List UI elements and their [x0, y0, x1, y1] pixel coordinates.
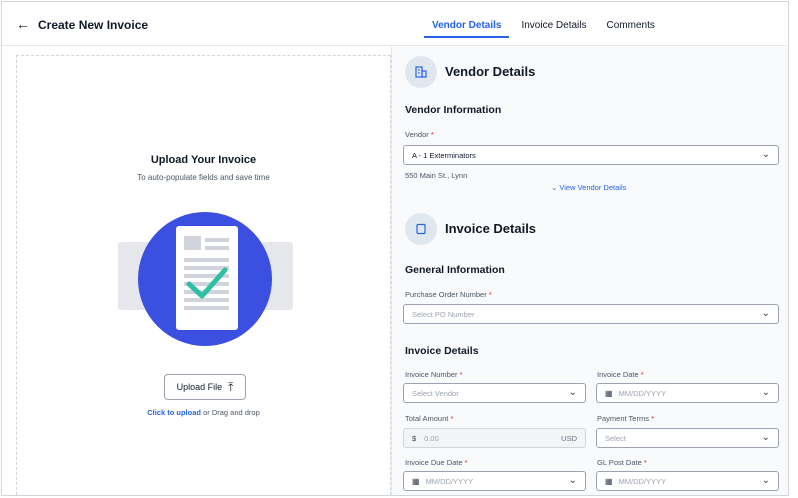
drag-drop-text: or Drag and drop: [200, 408, 260, 417]
invoice-date-placeholder: MM/DD/YYYY: [618, 388, 667, 398]
invoice-number-placeholder: Select Vendor: [412, 388, 459, 398]
gl-post-date-picker[interactable]: ▦ MM/DD/YYYY ⌄: [596, 471, 779, 491]
invoice-details-subheading: Invoice Details: [405, 345, 479, 357]
vendor-address: 550 Main St., Lynn: [405, 171, 468, 180]
po-number-select[interactable]: Select PO Number ⌄: [403, 304, 779, 324]
invoice-details-heading: Invoice Details: [445, 221, 537, 236]
invoice-number-select[interactable]: Select Vendor ⌄: [403, 383, 586, 403]
vendor-select[interactable]: A - 1 Exterminators ⌄: [403, 145, 779, 165]
invoice-illustration: [118, 212, 293, 346]
invoice-date-picker[interactable]: ▦ MM/DD/YYYY ⌄: [596, 383, 779, 403]
page-header: ← Create New Invoice Vendor Details Invo…: [2, 2, 788, 46]
po-number-placeholder: Select PO Number: [412, 309, 475, 319]
tab-bar: Vendor Details Invoice Details Comments: [422, 2, 665, 46]
invoice-form: Vendor Details Vendor Information Vendor…: [391, 47, 788, 495]
due-date-picker[interactable]: ▦ MM/DD/YYYY ⌄: [403, 471, 586, 491]
upload-title: Upload Your Invoice: [150, 154, 257, 166]
po-number-label: Purchase Order Number *: [405, 290, 492, 299]
total-amount-input[interactable]: $ 0.00 USD: [403, 428, 586, 448]
chevron-down-icon: ⌄: [568, 475, 577, 486]
back-arrow-icon[interactable]: ←: [16, 15, 30, 33]
chevron-down-icon: ⌄: [761, 387, 770, 398]
payment-terms-select[interactable]: Select ⌄: [596, 428, 779, 448]
tab-invoice-details[interactable]: Invoice Details: [511, 2, 596, 46]
chevron-down-icon: ⌄: [761, 475, 770, 486]
calendar-icon: ▦: [605, 388, 613, 398]
view-vendor-details-link[interactable]: ⌄ View Vendor Details: [551, 183, 626, 192]
page-title: Create New Invoice: [38, 18, 149, 32]
vendor-details-heading: Vendor Details: [445, 64, 536, 79]
upload-file-label: Upload File: [176, 382, 223, 392]
chevron-down-icon: ⌄: [761, 432, 770, 443]
upload-icon: ⤒: [228, 380, 234, 394]
vendor-value: A - 1 Exterminators: [412, 150, 476, 160]
chevron-down-icon: ⌄: [568, 387, 577, 398]
upload-hint: Click to upload or Drag and drop: [17, 408, 390, 417]
dollar-prefix: $: [412, 433, 417, 443]
total-amount-label: Total Amount *: [405, 414, 454, 423]
chevron-down-icon: ⌄: [761, 149, 770, 160]
total-amount-placeholder: 0.00: [424, 433, 439, 443]
payment-terms-placeholder: Select: [605, 433, 626, 443]
tab-vendor-details[interactable]: Vendor Details: [422, 2, 511, 46]
calendar-icon: ▦: [605, 476, 613, 486]
upload-subtitle: To auto-populate fields and save time: [137, 173, 270, 182]
upload-file-button[interactable]: Upload File ⤒: [164, 374, 246, 400]
invoice-date-label: Invoice Date *: [597, 370, 644, 379]
invoice-number-label: Invoice Number *: [405, 370, 463, 379]
due-date-placeholder: MM/DD/YYYY: [425, 476, 474, 486]
tab-comments[interactable]: Comments: [597, 2, 665, 46]
upload-dropzone[interactable]: Upload Your Invoice To auto-populate fie…: [16, 55, 391, 495]
building-icon: [405, 56, 437, 88]
app-window: ← Create New Invoice Vendor Details Invo…: [1, 1, 789, 496]
gl-post-date-placeholder: MM/DD/YYYY: [618, 476, 667, 486]
gl-post-date-label: GL Post Date *: [597, 458, 647, 467]
due-date-label: Invoice Due Date *: [405, 458, 468, 467]
click-to-upload-link[interactable]: Click to upload: [147, 408, 201, 417]
calendar-icon: ▦: [412, 476, 420, 486]
payment-terms-label: Payment Terms *: [597, 414, 654, 423]
vendor-information-heading: Vendor Information: [405, 104, 502, 116]
currency-suffix: USD: [561, 434, 577, 443]
chevron-down-icon: ⌄: [761, 308, 770, 319]
vendor-label: Vendor *: [405, 130, 434, 139]
general-information-heading: General Information: [405, 264, 505, 276]
document-icon: [405, 213, 437, 245]
